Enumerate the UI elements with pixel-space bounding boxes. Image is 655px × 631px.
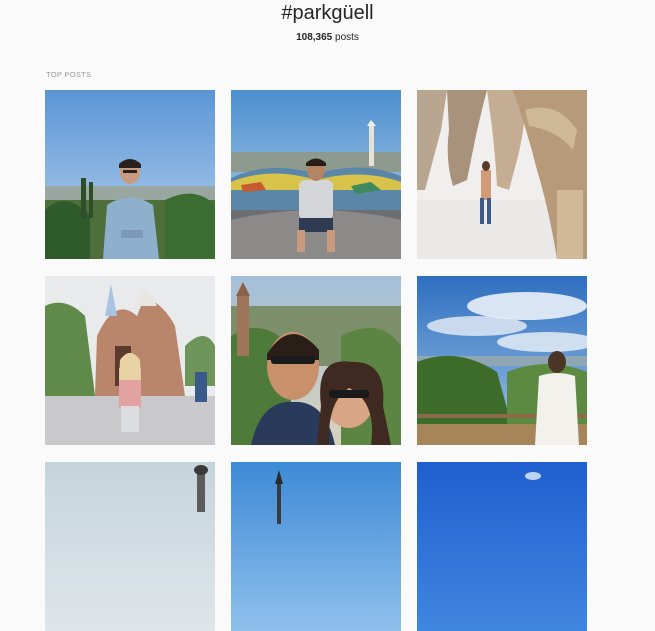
post-tile-5[interactable] bbox=[231, 276, 401, 445]
post-tile-4[interactable] bbox=[45, 276, 215, 445]
post-count-number: 108,365 bbox=[296, 32, 333, 43]
post-image-woman-at-gingerbread-house bbox=[45, 276, 215, 445]
post-image-spire bbox=[231, 462, 401, 631]
post-image-blue-sky bbox=[417, 462, 587, 631]
post-count: 108,365 posts bbox=[0, 32, 655, 43]
post-tile-8[interactable] bbox=[231, 462, 401, 631]
post-image-woman-on-terrace bbox=[417, 276, 587, 445]
post-tile-6[interactable] bbox=[417, 276, 587, 445]
post-image-couple-selfie bbox=[231, 276, 401, 445]
post-image-man-overlooking-city bbox=[45, 90, 215, 259]
post-tile-3[interactable] bbox=[417, 90, 587, 259]
post-tile-7[interactable] bbox=[45, 462, 215, 631]
post-count-suffix: posts bbox=[332, 32, 359, 43]
hashtag-title: #parkgüell bbox=[281, 2, 374, 24]
post-tile-1[interactable] bbox=[45, 90, 215, 259]
post-tile-2[interactable] bbox=[231, 90, 401, 259]
top-posts-label: TOP POSTS bbox=[46, 70, 92, 79]
post-image-woman-in-colonnade bbox=[417, 90, 587, 259]
post-image-man-on-mosaic-bench bbox=[231, 90, 401, 259]
post-tile-9[interactable] bbox=[417, 462, 587, 631]
post-image-lamp-post bbox=[45, 462, 215, 631]
